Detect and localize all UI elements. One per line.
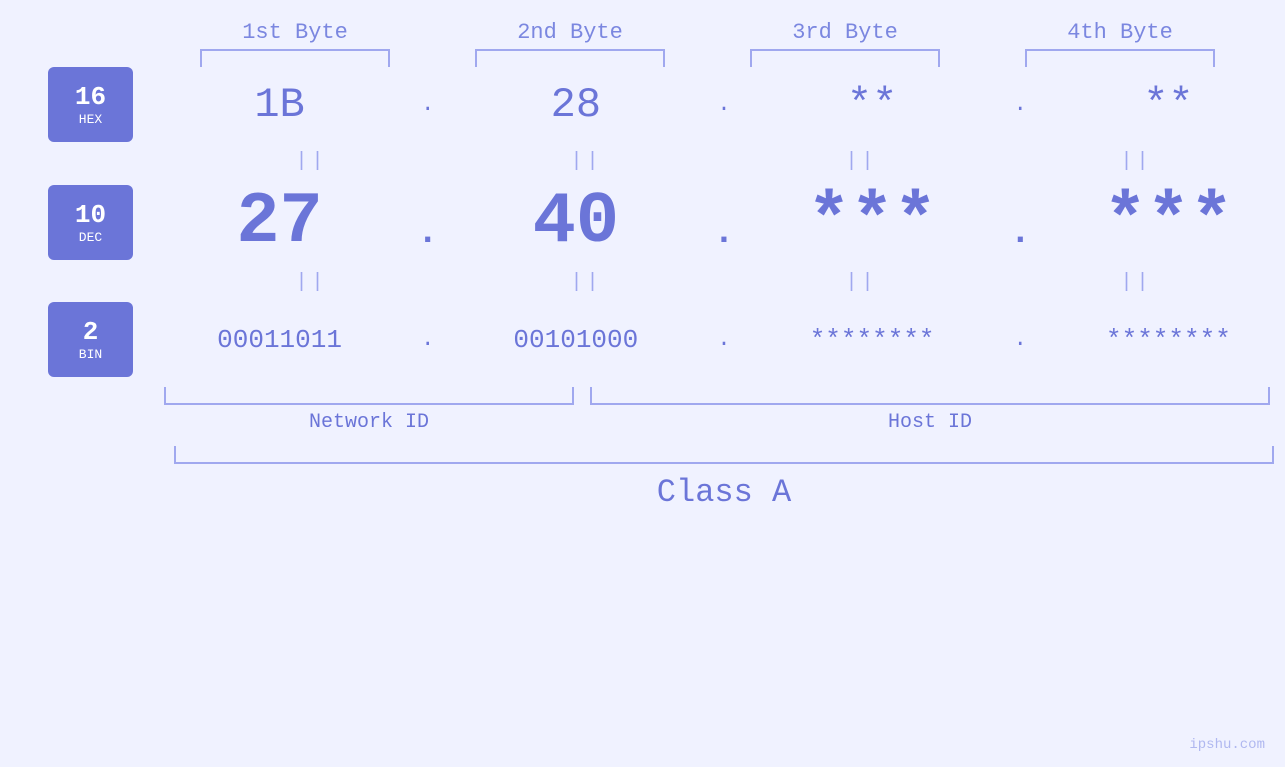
dec-b3: *** [772, 181, 972, 263]
eq6: || [487, 271, 687, 294]
hex-bytes: 1B . 28 . ** . ** [163, 81, 1285, 129]
main-container: 1st Byte 2nd Byte 3rd Byte 4th Byte 16 H… [0, 0, 1285, 767]
eq5: || [212, 271, 412, 294]
dec-d3: . [1005, 212, 1035, 253]
bin-bytes: 00011011 . 00101000 . ******** . *******… [163, 325, 1285, 355]
bracket-1 [200, 49, 390, 67]
watermark: ipshu.com [1189, 737, 1265, 753]
bin-b2: 00101000 [476, 325, 676, 355]
hex-b4: ** [1068, 81, 1268, 129]
eq4: || [1037, 150, 1237, 173]
hex-b1: 1B [180, 81, 380, 129]
dec-bytes: 27 . 40 . *** . *** [163, 181, 1285, 263]
bin-d1: . [413, 327, 443, 352]
eq2: || [487, 150, 687, 173]
bracket-2 [475, 49, 665, 67]
bin-b4: ******** [1068, 325, 1268, 355]
hex-d2: . [709, 92, 739, 117]
bin-badge-num: 2 [83, 317, 99, 347]
id-labels-row: Network ID Host ID [174, 411, 1274, 434]
eq3: || [762, 150, 962, 173]
eq8-sign: || [1120, 271, 1152, 294]
hex-row: 16 HEX 1B . 28 . ** . ** [0, 67, 1285, 142]
class-label: Class A [174, 474, 1274, 511]
bin-d2: . [709, 327, 739, 352]
bin-row: 2 BIN 00011011 . 00101000 . ******** . *… [0, 302, 1285, 377]
equals-row-1: || || || || [174, 150, 1274, 173]
eq8: || [1037, 271, 1237, 294]
eq4-sign: || [1120, 150, 1152, 173]
dec-b2: 40 [476, 181, 676, 263]
byte-header-1: 1st Byte [185, 20, 405, 45]
eq3-sign: || [845, 150, 877, 173]
eq2-sign: || [570, 150, 602, 173]
host-id-label: Host ID [590, 411, 1270, 434]
hex-badge-label: HEX [79, 112, 102, 127]
bin-d3: . [1005, 327, 1035, 352]
hex-d3: . [1005, 92, 1035, 117]
byte-header-2: 2nd Byte [460, 20, 680, 45]
host-bracket [590, 387, 1270, 405]
bottom-brackets-container [174, 387, 1274, 405]
bin-b3: ******** [772, 325, 972, 355]
eq1: || [212, 150, 412, 173]
eq1-sign: || [295, 150, 327, 173]
bracket-3 [750, 49, 940, 67]
bin-b1: 00011011 [180, 325, 380, 355]
eq6-sign: || [570, 271, 602, 294]
hex-b3: ** [772, 81, 972, 129]
bottom-section: Class A [174, 446, 1274, 511]
byte-header-3: 3rd Byte [735, 20, 955, 45]
byte-headers-row: 1st Byte 2nd Byte 3rd Byte 4th Byte [158, 20, 1258, 45]
eq7: || [762, 271, 962, 294]
top-brackets [158, 49, 1258, 67]
dec-badge-num: 10 [75, 200, 106, 230]
bracket-4 [1025, 49, 1215, 67]
network-bracket [164, 387, 574, 405]
full-bracket [174, 446, 1274, 464]
hex-badge: 16 HEX [48, 67, 133, 142]
bin-badge-label: BIN [79, 347, 102, 362]
dec-badge: 10 DEC [48, 185, 133, 260]
dec-d1: . [413, 212, 443, 253]
dec-row: 10 DEC 27 . 40 . *** . *** [0, 181, 1285, 263]
network-id-label: Network ID [164, 411, 574, 434]
eq5-sign: || [295, 271, 327, 294]
hex-b2: 28 [476, 81, 676, 129]
dec-badge-label: DEC [79, 230, 102, 245]
byte-header-4: 4th Byte [1010, 20, 1230, 45]
bin-badge: 2 BIN [48, 302, 133, 377]
dec-b4: *** [1068, 181, 1268, 263]
eq7-sign: || [845, 271, 877, 294]
dec-b1: 27 [180, 181, 380, 263]
hex-badge-num: 16 [75, 82, 106, 112]
dec-d2: . [709, 212, 739, 253]
hex-d1: . [413, 92, 443, 117]
equals-row-2: || || || || [174, 271, 1274, 294]
